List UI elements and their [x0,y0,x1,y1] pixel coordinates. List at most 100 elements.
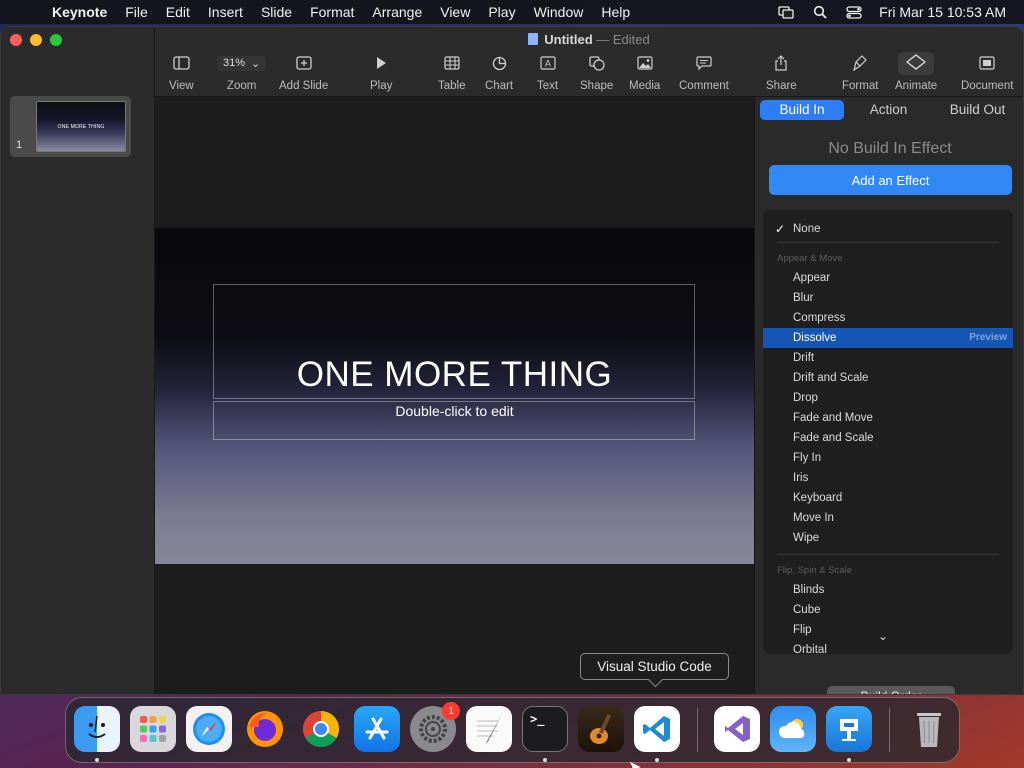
terminal-prompt-icon: >_ [530,712,545,726]
firefox-icon[interactable] [242,706,288,752]
add-slide-button[interactable]: Add Slide [279,53,328,92]
slide[interactable]: ONE MORE THING Double-click to edit [155,228,754,564]
spotlight-search-icon[interactable] [811,5,829,19]
effect-label: Drift and Scale [793,372,869,384]
menu-play[interactable]: Play [479,4,524,20]
comment-button[interactable]: Comment [679,53,729,92]
effect-menu: ✓ None Appear & Move Appear Blur Compres… [763,210,1013,654]
document-button[interactable]: Document [961,53,1013,92]
format-button[interactable]: Format [842,53,878,92]
running-indicator [655,758,659,762]
effect-cube[interactable]: Cube [763,600,1013,620]
minimize-button[interactable] [30,34,42,46]
effect-blur[interactable]: Blur [763,288,1013,308]
screen-mirroring-icon[interactable] [777,5,795,19]
visual-studio-icon[interactable] [714,706,760,752]
effect-wipe[interactable]: Wipe [763,528,1013,548]
menu-clock[interactable]: Fri Mar 15 10:53 AM [879,4,1006,20]
menu-format[interactable]: Format [301,4,363,20]
add-effect-button[interactable]: Add an Effect [769,165,1012,195]
zoom-select[interactable]: 31% ⌄ [217,55,267,71]
view-button[interactable]: View [169,53,194,92]
comment-icon [696,53,712,73]
finder-icon[interactable] [74,706,120,752]
fullscreen-button[interactable] [50,34,62,46]
shape-button[interactable]: Shape [580,53,613,92]
chart-button[interactable]: Chart [485,53,513,92]
menu-app-name[interactable]: Keynote [46,4,116,20]
media-label: Media [629,80,661,92]
effect-drift-and-scale[interactable]: Drift and Scale [763,368,1013,388]
menu-slide[interactable]: Slide [252,4,301,20]
effect-label: Blinds [793,584,825,596]
sidebar-view-icon [173,53,190,73]
share-label: Share [766,80,797,92]
effect-fade-and-move[interactable]: Fade and Move [763,408,1013,428]
preview-button[interactable]: Preview [969,328,1007,348]
menu-window[interactable]: Window [525,4,593,20]
effect-none[interactable]: ✓ None [763,219,1013,239]
effect-move-in[interactable]: Move In [763,508,1013,528]
terminal-icon[interactable]: >_ [522,706,568,752]
media-button[interactable]: Media [629,53,660,92]
tab-build-in[interactable]: Build In [760,100,844,120]
chevron-down-icon: ⌄ [251,57,261,70]
slide-title[interactable]: ONE MORE THING [155,355,754,395]
slide-thumbnail[interactable]: ONE MORE THING [36,101,126,152]
keynote-icon[interactable] [826,706,872,752]
table-button[interactable]: Table [438,53,466,92]
share-button[interactable]: Share [766,53,797,92]
animate-button[interactable]: Animate [895,51,937,92]
safari-icon[interactable] [186,706,232,752]
play-button[interactable]: Play [370,53,392,92]
effect-compress[interactable]: Compress [763,308,1013,328]
notification-badge: 1 [442,702,460,720]
effect-appear[interactable]: Appear [763,268,1013,288]
control-center-icon[interactable] [845,5,863,19]
effect-fade-and-scale[interactable]: Fade and Scale [763,428,1013,448]
effect-dissolve[interactable]: Dissolve Preview [763,328,1013,348]
menu-help[interactable]: Help [592,4,639,20]
textedit-icon[interactable] [466,706,512,752]
slide-subtitle[interactable]: Double-click to edit [155,403,754,419]
close-button[interactable] [10,34,22,46]
document-icon [528,33,539,45]
slide-thumbnail-text: ONE MORE THING [57,123,105,130]
effect-label: Iris [793,472,809,484]
effect-drop[interactable]: Drop [763,388,1013,408]
menu-arrange[interactable]: Arrange [363,4,431,20]
text-button[interactable]: A Text [537,53,558,92]
effect-label: Orbital [793,644,827,654]
visual-studio-code-icon[interactable] [634,706,680,752]
menu-edit[interactable]: Edit [157,4,199,20]
group-appear-move: Appear & Move [777,253,843,264]
tab-action[interactable]: Action [844,100,933,120]
zoom-control[interactable]: 31% ⌄ Zoom [217,53,267,92]
add-slide-label: Add Slide [279,80,329,92]
build-order-button[interactable]: Build Order [827,686,955,694]
system-settings-icon[interactable]: 1 [410,702,460,752]
slide-canvas[interactable]: ONE MORE THING Double-click to edit [155,97,754,694]
weather-icon[interactable] [770,706,816,752]
effect-keyboard[interactable]: Keyboard [763,488,1013,508]
toolbar: Untitled — Edited View 31% ⌄ Zoom Add Sli… [155,27,1023,97]
effect-blinds[interactable]: Blinds [763,580,1013,600]
chart-label: Chart [485,80,514,92]
tab-build-out[interactable]: Build Out [933,100,1022,120]
effect-drift[interactable]: Drift [763,348,1013,368]
garageband-icon[interactable] [578,706,624,752]
menu-file[interactable]: File [116,4,157,20]
menu-view[interactable]: View [431,4,479,20]
mouse-pointer-icon: ➤ [628,759,642,768]
scroll-down-chevron-icon[interactable]: ⌄ [878,629,888,643]
app-store-icon[interactable] [354,706,400,752]
effect-fly-in[interactable]: Fly In [763,448,1013,468]
effect-iris[interactable]: Iris [763,468,1013,488]
document-name: Untitled [544,32,593,47]
document-title[interactable]: Untitled — Edited [155,32,1023,47]
launchpad-icon[interactable] [130,706,176,752]
trash-icon[interactable] [906,706,952,752]
menu-insert[interactable]: Insert [199,4,252,20]
table-label: Table [438,80,466,92]
chrome-icon[interactable] [298,706,344,752]
